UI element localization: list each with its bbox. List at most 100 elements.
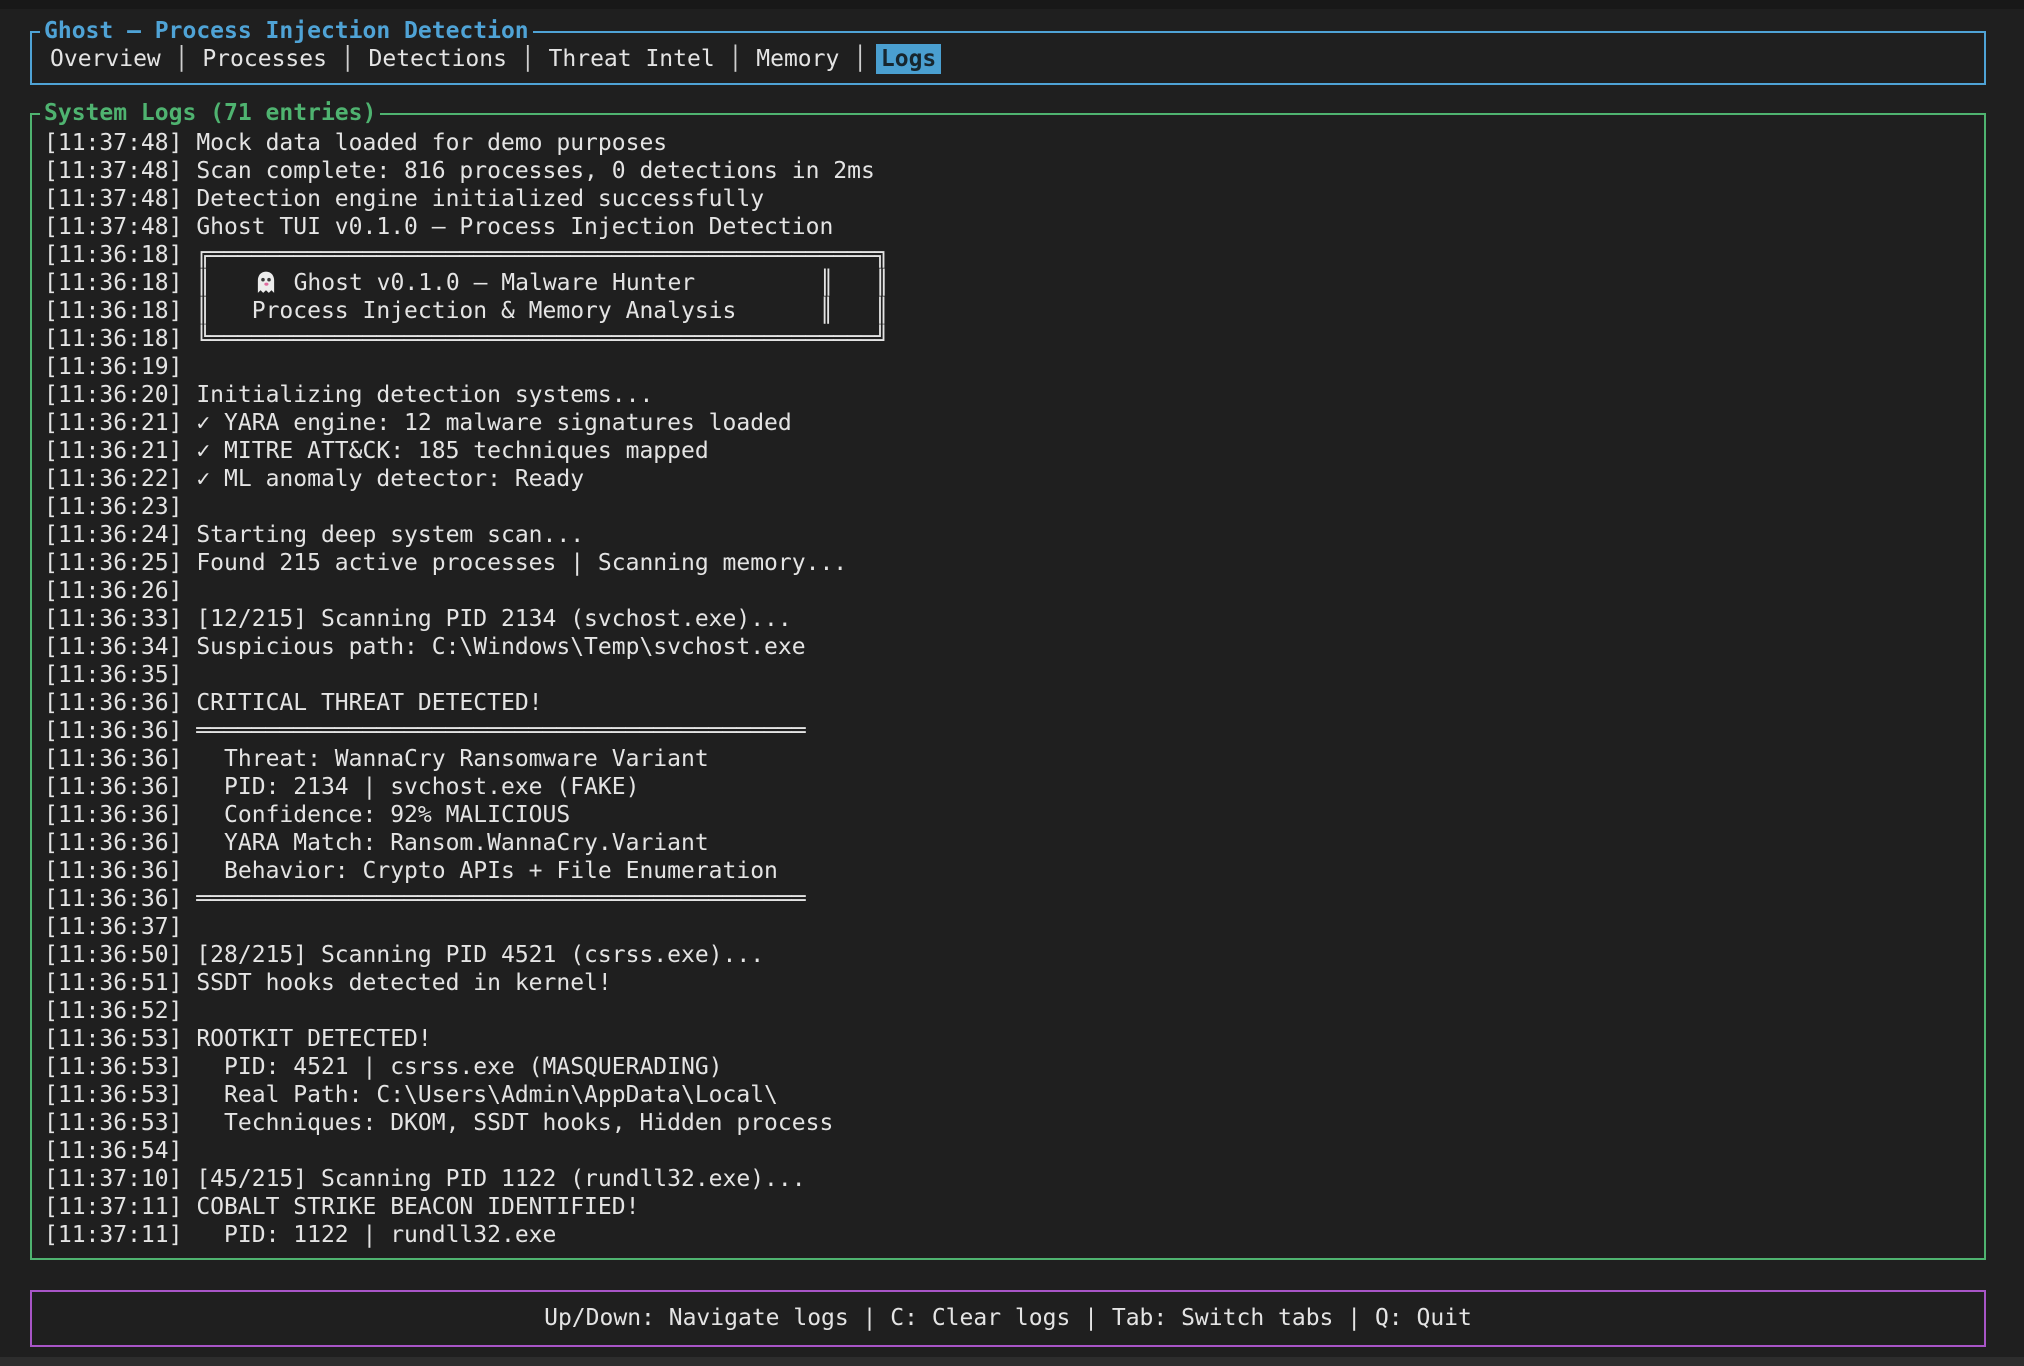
log-timestamp: [11:36:18] <box>44 242 182 268</box>
log-entry: [11:36:25] Found 215 active processes | S… <box>44 549 1984 577</box>
tab-logs[interactable]: Logs <box>876 44 941 74</box>
status-hints: Up/Down: Navigate logs | C: Clear logs |… <box>544 1305 1472 1331</box>
log-entry: [11:36:36] YARA Match: Ransom.WannaCry.V… <box>44 829 1984 857</box>
tab-memory[interactable]: Memory <box>756 46 839 72</box>
log-timestamp: [11:36:36] <box>44 746 182 772</box>
log-message: Starting deep system scan... <box>196 522 584 548</box>
log-timestamp: [11:36:18] <box>44 326 182 352</box>
tab-processes[interactable]: Processes <box>202 46 327 72</box>
log-timestamp: [11:36:53] <box>44 1110 182 1136</box>
log-message: PID: 4521 | csrss.exe (MASQUERADING) <box>196 1054 722 1080</box>
log-message: ╔═══════════════════════════════════════… <box>196 242 888 268</box>
log-timestamp: [11:36:19] <box>44 354 182 380</box>
log-entry: [11:37:10] [45/215] Scanning PID 1122 (ru… <box>44 1165 1984 1193</box>
log-timestamp: [11:36:36] <box>44 858 182 884</box>
log-message: ║ Ghost v0.1.0 — Malware Hunter ║ ║ <box>196 270 889 296</box>
log-message: Ghost TUI v0.1.0 — Process Injection Det… <box>196 214 833 240</box>
log-message: [28/215] Scanning PID 4521 (csrss.exe)..… <box>196 942 764 968</box>
log-timestamp: [11:36:26] <box>44 578 182 604</box>
log-entry: [11:36:36] ══════════════════════════════… <box>44 885 1984 913</box>
log-timestamp: [11:36:53] <box>44 1082 182 1108</box>
log-message: COBALT STRIKE BEACON IDENTIFIED! <box>196 1194 639 1220</box>
log-entry: [11:36:52] <box>44 997 1984 1025</box>
window-top-edge <box>0 0 2024 9</box>
log-entry: [11:37:48] Ghost TUI v0.1.0 — Process Inj… <box>44 213 1984 241</box>
log-timestamp: [11:37:11] <box>44 1194 182 1220</box>
log-timestamp: [11:36:53] <box>44 1026 182 1052</box>
log-timestamp: [11:36:18] <box>44 270 182 296</box>
log-entry: [11:36:36] Behavior: Crypto APIs + File … <box>44 857 1984 885</box>
log-timestamp: [11:36:35] <box>44 662 182 688</box>
log-entry: [11:36:51]SSDT hooks detected in kernel! <box>44 969 1984 997</box>
log-message: ╚═══════════════════════════════════════… <box>196 326 888 352</box>
tab-overview[interactable]: Overview <box>50 46 161 72</box>
log-timestamp: [11:37:48] <box>44 130 182 156</box>
log-timestamp: [11:36:37] <box>44 914 182 940</box>
log-timestamp: [11:36:25] <box>44 550 182 576</box>
log-entry: [11:36:50] [28/215] Scanning PID 4521 (cs… <box>44 941 1984 969</box>
log-timestamp: [11:36:54] <box>44 1138 182 1164</box>
log-message: Scan complete: 816 processes, 0 detectio… <box>196 158 875 184</box>
log-timestamp: [11:36:20] <box>44 382 182 408</box>
log-entry: [11:36:36] PID: 2134 | svchost.exe (FAKE… <box>44 773 1984 801</box>
log-entry: [11:36:36]CRITICAL THREAT DETECTED! <box>44 689 1984 717</box>
log-timestamp: [11:36:50] <box>44 942 182 968</box>
log-message: Mock data loaded for demo purposes <box>196 130 667 156</box>
log-timestamp: [11:36:36] <box>44 774 182 800</box>
log-timestamp: [11:36:22] <box>44 466 182 492</box>
tab-threat-intel[interactable]: Threat Intel <box>549 46 715 72</box>
log-entry: [11:36:54] <box>44 1137 1984 1165</box>
log-entry: [11:36:53] PID: 4521 | csrss.exe (MASQUE… <box>44 1053 1984 1081</box>
status-bar: Up/Down: Navigate logs | C: Clear logs |… <box>30 1290 1986 1347</box>
log-timestamp: [11:37:48] <box>44 186 182 212</box>
log-message: ✓ MITRE ATT&CK: 185 techniques mapped <box>196 438 708 464</box>
log-message: Techniques: DKOM, SSDT hooks, Hidden pro… <box>196 1110 833 1136</box>
log-entry: [11:36:18] ╚═════════════════════════════… <box>44 325 1984 353</box>
log-timestamp: [11:37:48] <box>44 214 182 240</box>
log-timestamp: [11:36:24] <box>44 522 182 548</box>
log-message: [45/215] Scanning PID 1122 (rundll32.exe… <box>196 1166 805 1192</box>
log-message: Threat: WannaCry Ransomware Variant <box>196 746 708 772</box>
log-entry: [11:36:18] ║ Ghost v0.1.0 — Malware Hunte… <box>44 269 1984 297</box>
log-message: ════════════════════════════════════════… <box>196 886 805 912</box>
tab-separator: │ <box>327 46 369 72</box>
log-entry: [11:36:53] Real Path: C:\Users\Admin\App… <box>44 1081 1984 1109</box>
log-message: Confidence: 92% MALICIOUS <box>196 802 570 828</box>
log-message: YARA Match: Ransom.WannaCry.Variant <box>196 830 708 856</box>
log-timestamp: [11:36:53] <box>44 1054 182 1080</box>
log-timestamp: [11:36:36] <box>44 886 182 912</box>
log-message: ROOTKIT DETECTED! <box>196 1026 431 1052</box>
log-timestamp: [11:36:21] <box>44 438 182 464</box>
log-message: Found 215 active processes | Scanning me… <box>196 550 847 576</box>
log-entry: [11:36:34]Suspicious path: C:\Windows\Te… <box>44 633 1984 661</box>
log-entry: [11:36:19] <box>44 353 1984 381</box>
tab-detections[interactable]: Detections <box>369 46 507 72</box>
log-timestamp: [11:37:10] <box>44 1166 182 1192</box>
log-entry: [11:36:24] Starting deep system scan... <box>44 521 1984 549</box>
tab-separator: │ <box>507 46 549 72</box>
log-entry: [11:36:36] Threat: WannaCry Ransomware V… <box>44 745 1984 773</box>
log-entry: [11:36:36] Confidence: 92% MALICIOUS <box>44 801 1984 829</box>
log-timestamp: [11:36:36] <box>44 830 182 856</box>
log-entry: [11:36:22] ✓ ML anomaly detector: Ready <box>44 465 1984 493</box>
log-timestamp: [11:36:33] <box>44 606 182 632</box>
log-message: Detection engine initialized successfull… <box>196 186 764 212</box>
log-entry: [11:36:21]✓ YARA engine: 12 malware sign… <box>44 409 1984 437</box>
tab-separator: │ <box>715 46 757 72</box>
log-timestamp: [11:36:36] <box>44 802 182 828</box>
window-title: Ghost — Process Injection Detection <box>40 17 533 45</box>
window-bottom-edge <box>0 1357 2024 1366</box>
log-entry: [11:36:23] <box>44 493 1984 521</box>
log-message: ════════════════════════════════════════… <box>196 718 805 744</box>
log-entry: [11:36:21] ✓ MITRE ATT&CK: 185 techniques… <box>44 437 1984 465</box>
log-message: Real Path: C:\Users\Admin\AppData\Local\ <box>196 1082 778 1108</box>
log-message: ✓ ML anomaly detector: Ready <box>196 466 584 492</box>
tab-panel: Ghost — Process Injection Detection Over… <box>30 31 1986 85</box>
screen: { "window": { "title": "Ghost — Process … <box>0 0 2024 1366</box>
log-entry: [11:37:48]Scan complete: 816 processes, … <box>44 157 1984 185</box>
log-entry: [11:36:18] ╔═════════════════════════════… <box>44 241 1984 269</box>
log-message: PID: 1122 | rundll32.exe <box>196 1222 556 1248</box>
log-entry: [11:36:36]══════════════════════════════… <box>44 717 1984 745</box>
log-list[interactable]: [11:37:48] Mock data loaded for demo purp… <box>32 115 1984 1249</box>
log-entry: [11:36:18]║ Process Injection & Memory A… <box>44 297 1984 325</box>
